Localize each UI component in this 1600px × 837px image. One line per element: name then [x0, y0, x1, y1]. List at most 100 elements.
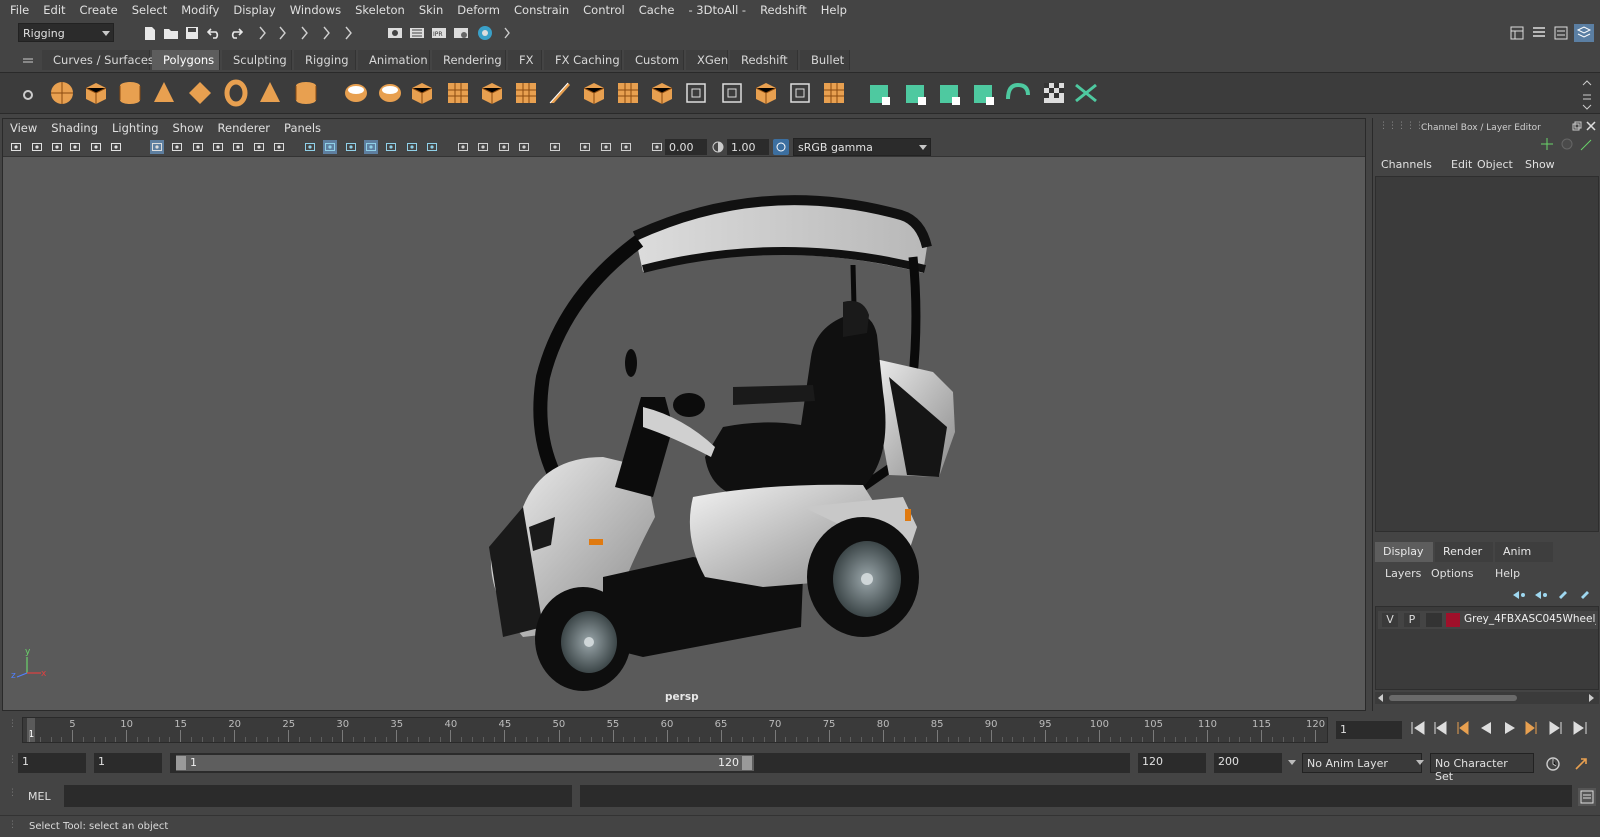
shelf-tab-custom[interactable]: Custom [624, 50, 684, 70]
time-ruler[interactable]: 1 5 10 15 20 25 30 35 40 45 50 55 60 65 70 75 80 85 90 95 1… [22, 717, 1328, 743]
chevron-down-icon[interactable] [1286, 757, 1298, 769]
cmdline-grip[interactable]: ⋮ [8, 788, 17, 798]
wireframe-on-shaded-icon[interactable] [344, 140, 358, 154]
xray-icon[interactable] [517, 140, 531, 154]
menu-create[interactable]: Create [73, 3, 125, 17]
channel-menu-channels[interactable]: Channels [1381, 158, 1432, 171]
step-back-key-icon[interactable] [1432, 720, 1448, 736]
extrude-icon[interactable] [648, 79, 676, 107]
use-all-lights-icon[interactable] [384, 140, 398, 154]
layer-tab-display[interactable]: Display [1375, 542, 1433, 562]
script-language-toggle[interactable]: MEL [28, 790, 51, 803]
channel-list-area[interactable] [1375, 176, 1599, 532]
bevel-icon[interactable] [512, 79, 540, 107]
menu-display[interactable]: Display [226, 3, 282, 17]
poly-plane-icon[interactable] [186, 79, 214, 107]
grid-toggle-icon[interactable] [149, 140, 164, 154]
shelf-tab-redshift[interactable]: Redshift [730, 50, 798, 70]
shelf-tab-rendering[interactable]: Rendering [432, 50, 506, 70]
step-forward-key-icon[interactable] [1548, 720, 1564, 736]
poly-pyramid-icon[interactable] [256, 79, 284, 107]
viewport-menu-renderer[interactable]: Renderer [211, 121, 278, 135]
poly-cylinder-icon[interactable] [116, 79, 144, 107]
shelf-tab-fx-caching[interactable]: FX Caching [544, 50, 622, 70]
step-forward-frame-icon[interactable] [1524, 720, 1540, 736]
viewport-menu-show[interactable]: Show [166, 121, 211, 135]
shelf-tab-rigging[interactable]: Rigging [294, 50, 356, 70]
unfold-uv-icon[interactable] [1004, 79, 1032, 107]
menuset-dropdown[interactable]: Rigging [18, 23, 114, 42]
boolean-icon[interactable] [820, 79, 848, 107]
isolate-select-icon[interactable] [548, 140, 562, 154]
menu-redshift[interactable]: Redshift [753, 3, 814, 17]
depth-of-field-icon[interactable] [497, 140, 511, 154]
scroll-left-icon[interactable] [1377, 693, 1385, 703]
poly-cone-icon[interactable] [150, 79, 178, 107]
layer-visibility-toggle[interactable]: V [1382, 613, 1398, 627]
two-d-pan-icon[interactable] [89, 140, 103, 154]
gamma-field[interactable]: 1.00 [727, 139, 769, 155]
shadows-icon[interactable] [405, 140, 419, 154]
perspective-viewport[interactable]: y x z persp [3, 157, 1365, 710]
layer-playback-toggle[interactable]: P [1404, 613, 1420, 627]
channel-box-grip[interactable]: ⋮⋮⋮⋮⋮ [1379, 121, 1424, 131]
character-set-dropdown[interactable]: No Character Set [1430, 753, 1534, 783]
menu-skeleton[interactable]: Skeleton [348, 3, 412, 17]
render-frame-icon[interactable] [408, 24, 426, 42]
uv-layout-icon[interactable] [1040, 79, 1068, 107]
range-grip[interactable]: ⋮ [8, 755, 17, 765]
new-scene-icon[interactable] [142, 24, 158, 42]
menu-control[interactable]: Control [576, 3, 632, 17]
viewport-menu-view[interactable]: View [3, 121, 44, 135]
menu-constrain[interactable]: Constrain [507, 3, 576, 17]
smooth-shade-icon[interactable] [323, 140, 338, 154]
shelf-tab-sculpting[interactable]: Sculpting [222, 50, 292, 70]
go-to-start-icon[interactable] [1410, 720, 1426, 736]
ipr-render-icon[interactable]: IPR [430, 24, 448, 42]
poly-sphere-icon[interactable] [48, 79, 76, 107]
layer-row[interactable]: V P Grey_4FBXASC045Wheel_E [1378, 611, 1598, 629]
combine-icon[interactable] [342, 79, 370, 107]
channel-menu-object[interactable]: Object [1477, 158, 1513, 171]
redo-icon[interactable] [228, 24, 244, 42]
smooth-icon[interactable] [444, 79, 472, 107]
extract-icon[interactable] [408, 79, 436, 107]
animation-preferences-icon[interactable] [1572, 755, 1590, 773]
menu-3dtoall[interactable]: - 3DtoAll - [681, 3, 753, 17]
layer-reference-toggle[interactable] [1426, 613, 1442, 627]
expand-arrow-icon[interactable] [502, 24, 512, 42]
insert-edge-loop-icon[interactable] [580, 79, 608, 107]
attribute-editor-icon[interactable] [1530, 24, 1548, 42]
color-space-dropdown[interactable]: sRGB gamma [793, 138, 931, 156]
fill-hole-icon[interactable] [718, 79, 746, 107]
shelf-scroll-icon[interactable] [1580, 77, 1594, 113]
layer-tool-icons[interactable] [1509, 588, 1597, 602]
shelf-tab-fx[interactable]: FX [508, 50, 542, 70]
layer-name[interactable]: Grey_4FBXASC045Wheel_E [1464, 613, 1596, 625]
film-gate-icon[interactable] [170, 140, 184, 154]
gate-mask-icon[interactable] [211, 140, 225, 154]
safe-action-icon[interactable] [252, 140, 266, 154]
layer-color-swatch[interactable] [1446, 613, 1460, 627]
target-weld-icon[interactable] [752, 79, 780, 107]
menu-deform[interactable]: Deform [450, 3, 507, 17]
planar-map-icon[interactable] [902, 79, 930, 107]
wireframe-icon[interactable] [303, 140, 317, 154]
append-polygon-icon[interactable] [682, 79, 710, 107]
shelf-tab-xgen[interactable]: XGen [686, 50, 728, 70]
layer-menu-options[interactable]: Options [1431, 567, 1473, 580]
animation-start-field[interactable]: 1 [18, 753, 86, 773]
menu-help[interactable]: Help [814, 3, 854, 17]
layer-menu-layers[interactable]: Layers [1385, 567, 1421, 580]
shelf-tab-curves-surfaces[interactable]: Curves / Surfaces [42, 50, 154, 70]
multi-cut-icon[interactable] [546, 79, 574, 107]
play-backward-icon[interactable] [1478, 720, 1494, 736]
step-back-frame-icon[interactable] [1454, 720, 1470, 736]
menu-select[interactable]: Select [125, 3, 174, 17]
auto-key-icon[interactable] [1544, 755, 1562, 773]
shelf-menu-icon[interactable] [20, 52, 36, 68]
grease-pencil-icon[interactable] [109, 140, 123, 154]
viewport-menu-lighting[interactable]: Lighting [105, 121, 165, 135]
selection-mask-arrows-icon[interactable] [254, 24, 354, 42]
anim-layer-dropdown[interactable]: No Anim Layer [1302, 753, 1422, 773]
